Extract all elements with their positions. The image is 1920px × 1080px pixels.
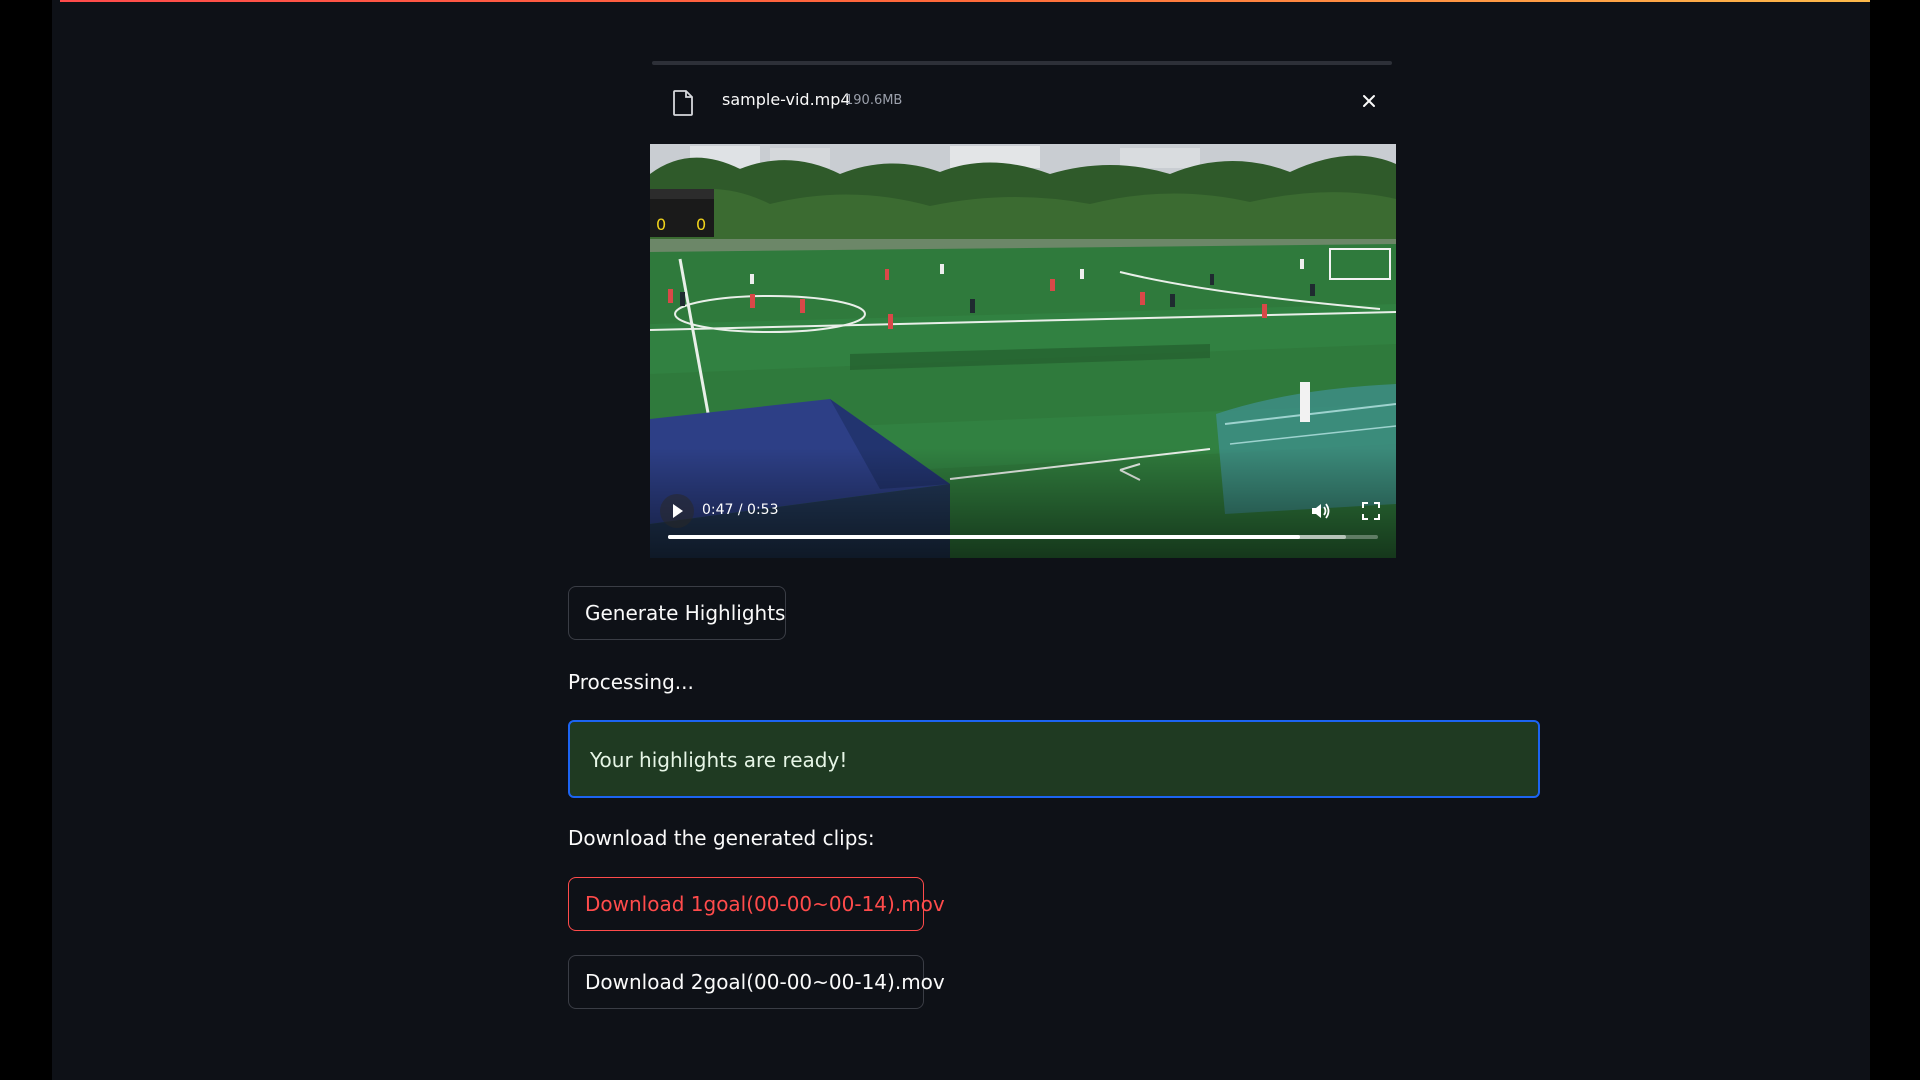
top-decoration-bar: [60, 0, 1870, 2]
app-container: sample-vid.mp4 190.6MB 0 0 0:47 / 0:53 G…: [52, 0, 1870, 1080]
uploaded-file-row: sample-vid.mp4 190.6MB: [652, 80, 1392, 120]
play-icon: [673, 504, 683, 518]
play-button[interactable]: [660, 494, 694, 528]
video-player[interactable]: 0 0 0:47 / 0:53: [650, 144, 1396, 558]
video-progress-bar[interactable]: [668, 535, 1378, 539]
processing-status: Processing...: [568, 670, 694, 694]
generate-highlights-button[interactable]: Generate Highlights: [568, 586, 786, 640]
scoreboard-away: 0: [696, 215, 706, 234]
download-heading: Download the generated clips:: [568, 826, 875, 850]
fullscreen-icon[interactable]: [1360, 500, 1382, 522]
file-name: sample-vid.mp4: [722, 90, 851, 109]
volume-icon[interactable]: [1309, 500, 1331, 522]
scoreboard-home: 0: [656, 215, 666, 234]
success-alert: Your highlights are ready!: [568, 720, 1540, 798]
close-icon[interactable]: [1358, 90, 1380, 112]
video-progress-fill: [668, 535, 1300, 539]
success-message: Your highlights are ready!: [590, 748, 848, 772]
uploader-divider: [652, 61, 1392, 65]
download-clip-2-button[interactable]: Download 2goal(00-00~00-14).mov: [568, 955, 945, 1009]
file-icon: [673, 90, 693, 116]
file-size: 190.6MB: [845, 93, 903, 108]
download-clip-1-button[interactable]: Download 1goal(00-00~00-14).mov: [568, 877, 945, 931]
video-time: 0:47 / 0:53: [702, 502, 779, 518]
